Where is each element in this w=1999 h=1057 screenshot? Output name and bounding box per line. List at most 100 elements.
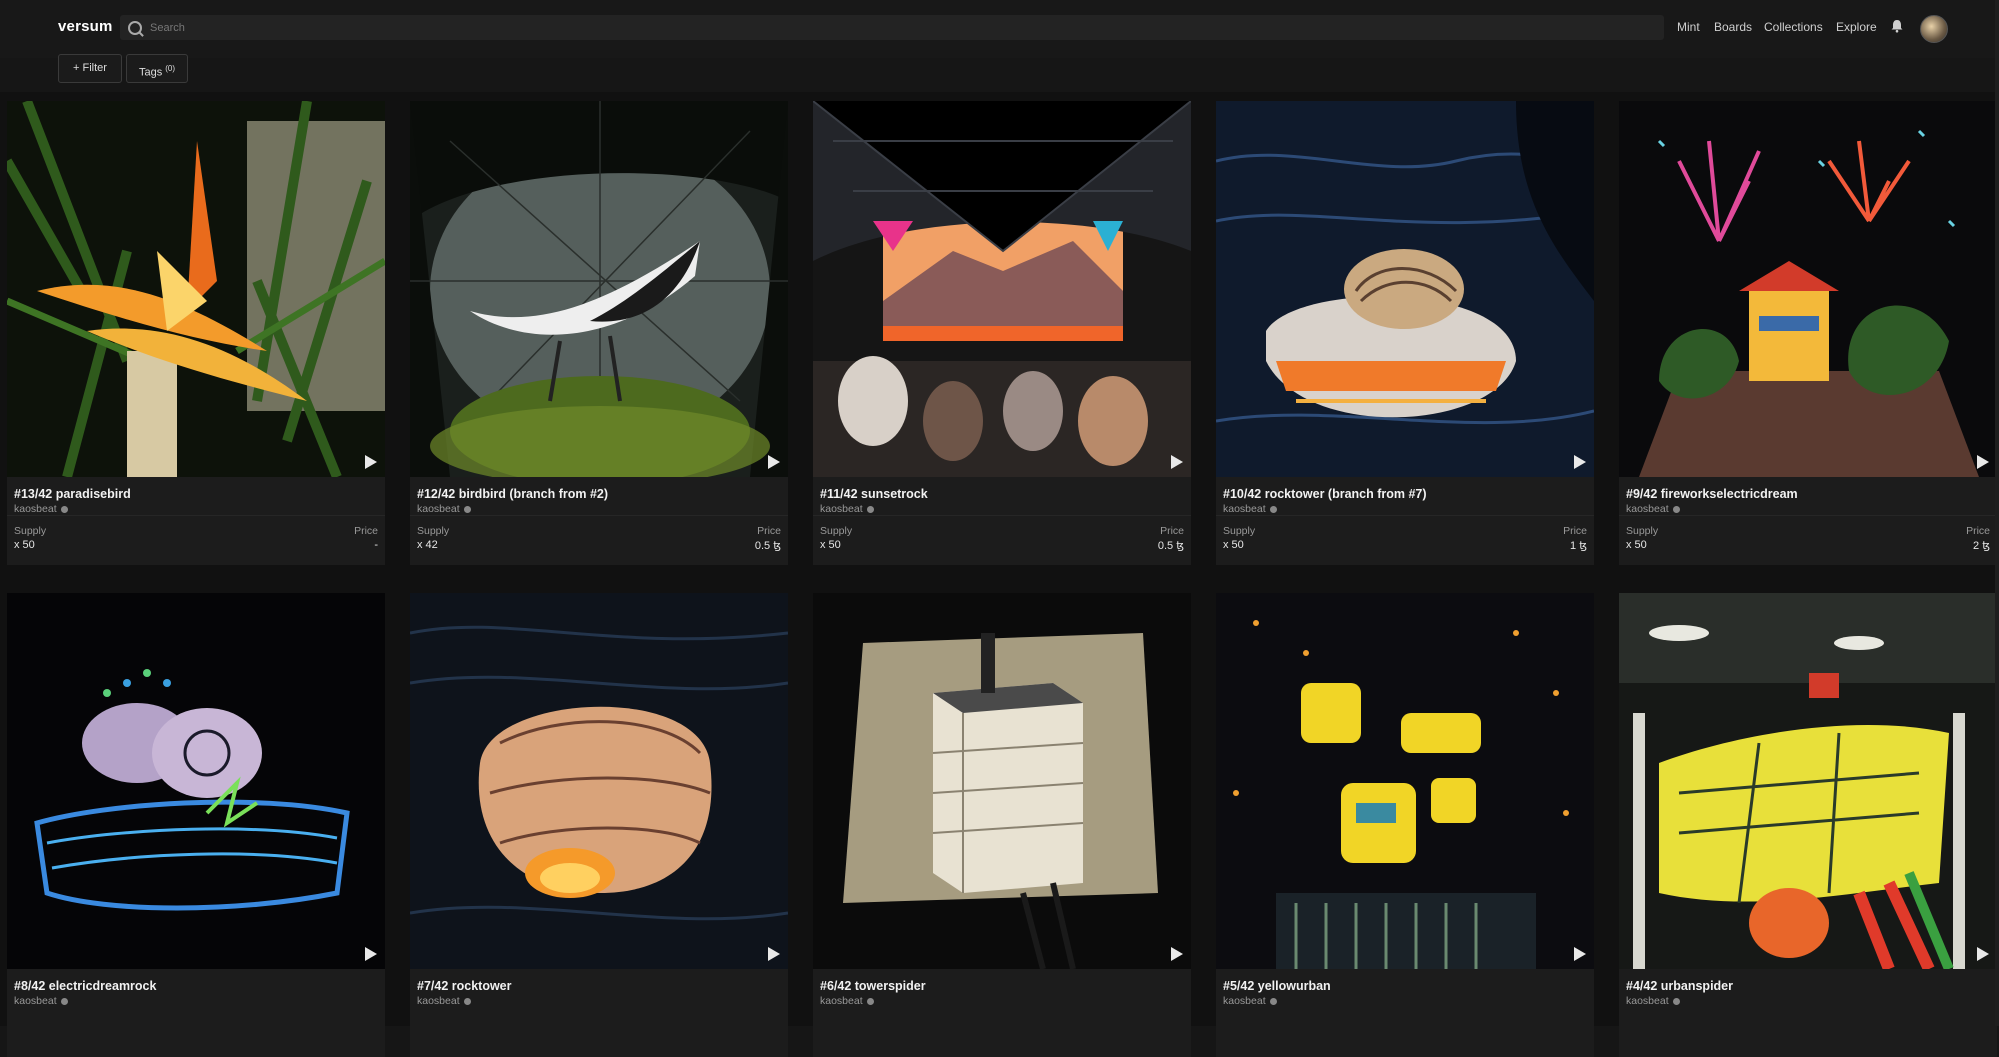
tags-label: Tags [138, 66, 163, 79]
supply-label: Supply [1223, 525, 1256, 537]
search-input[interactable] [148, 17, 1652, 39]
play-icon[interactable] [1171, 947, 1183, 961]
artist-name[interactable]: kaosbeat [417, 995, 460, 1007]
play-icon[interactable] [1171, 455, 1183, 469]
card-artist[interactable]: kaosbeat [1223, 995, 1277, 1007]
artwork-image[interactable] [410, 593, 788, 969]
search-bar[interactable] [120, 15, 1664, 40]
play-icon[interactable] [1977, 455, 1989, 469]
artist-name[interactable]: kaosbeat [820, 503, 863, 515]
artwork-image[interactable] [410, 101, 788, 477]
nft-card[interactable]: #7/42 rocktower kaosbeat [410, 593, 788, 1057]
supply-label: Supply [1626, 525, 1659, 537]
card-title[interactable]: #5/42 yellowurban [1223, 979, 1331, 993]
tags-button[interactable]: Tags (0) [126, 54, 188, 83]
card-artist[interactable]: kaosbeat [14, 503, 68, 515]
card-artist[interactable]: kaosbeat [417, 503, 471, 515]
artist-name[interactable]: kaosbeat [14, 995, 57, 1007]
artwork-image[interactable] [1619, 593, 1997, 969]
nft-card[interactable]: #5/42 yellowurban kaosbeat [1216, 593, 1594, 1057]
artwork-image[interactable] [7, 593, 385, 969]
card-artist[interactable]: kaosbeat [14, 995, 68, 1007]
card-title[interactable]: #11/42 sunsetrock [820, 487, 928, 501]
avatar[interactable] [1920, 15, 1948, 43]
divider [1619, 515, 1997, 516]
scrollbar[interactable] [1995, 0, 1999, 1026]
verified-icon [866, 505, 874, 513]
verified-icon [1269, 997, 1277, 1005]
card-artist[interactable]: kaosbeat [820, 503, 874, 515]
bell-icon[interactable] [1890, 19, 1904, 33]
card-title[interactable]: #6/42 towerspider [820, 979, 926, 993]
play-icon[interactable] [768, 947, 780, 961]
play-icon[interactable] [1977, 947, 1989, 961]
play-icon[interactable] [1574, 455, 1586, 469]
price-label: Price [1966, 525, 1990, 537]
play-icon[interactable] [1574, 947, 1586, 961]
nft-card[interactable]: #4/42 urbanspider kaosbeat [1619, 593, 1997, 1057]
supply-value: x 50 [1626, 539, 1647, 551]
price-value: 0.5 ꜩ [754, 540, 781, 552]
nft-card[interactable]: #13/42 paradisebird kaosbeat Supply Pric… [7, 101, 385, 565]
verified-icon [1269, 505, 1277, 513]
artwork-image[interactable] [813, 593, 1191, 969]
nft-card[interactable]: #9/42 fireworkselectricdream kaosbeat Su… [1619, 101, 1997, 565]
verified-icon [60, 505, 68, 513]
filter-button[interactable]: + Filter [58, 54, 122, 83]
logo[interactable]: versum [58, 18, 113, 35]
play-icon[interactable] [365, 455, 377, 469]
supply-value: x 42 [417, 539, 438, 551]
nft-card[interactable]: #11/42 sunsetrock kaosbeat Supply Price … [813, 101, 1191, 565]
artist-name[interactable]: kaosbeat [1223, 995, 1266, 1007]
nft-card[interactable]: #12/42 birdbird (branch from #2) kaosbea… [410, 101, 788, 565]
top-bar: versum Mint Boards Collections Explore [0, 0, 1999, 58]
supply-value: x 50 [1223, 539, 1244, 551]
card-title[interactable]: #13/42 paradisebird [14, 487, 131, 501]
artwork-image[interactable] [813, 101, 1191, 477]
card-artist[interactable]: kaosbeat [1626, 503, 1680, 515]
supply-value: x 50 [820, 539, 841, 551]
card-artist[interactable]: kaosbeat [1626, 995, 1680, 1007]
nav-boards[interactable]: Boards [1714, 20, 1752, 34]
card-artist[interactable]: kaosbeat [1223, 503, 1277, 515]
verified-icon [1672, 997, 1680, 1005]
price-label: Price [757, 525, 781, 537]
artwork-image[interactable] [1216, 593, 1594, 969]
divider [7, 515, 385, 516]
divider [1216, 515, 1594, 516]
artist-name[interactable]: kaosbeat [417, 503, 460, 515]
artist-name[interactable]: kaosbeat [820, 995, 863, 1007]
nav-collections[interactable]: Collections [1764, 20, 1823, 34]
nft-card[interactable]: #6/42 towerspider kaosbeat [813, 593, 1191, 1057]
verified-icon [463, 997, 471, 1005]
verified-icon [866, 997, 874, 1005]
artist-name[interactable]: kaosbeat [1626, 503, 1669, 515]
price-label: Price [1563, 525, 1587, 537]
nft-card[interactable]: #10/42 rocktower (branch from #7) kaosbe… [1216, 101, 1594, 565]
artwork-image[interactable] [7, 101, 385, 477]
nft-card[interactable]: #8/42 electricdreamrock kaosbeat [7, 593, 385, 1057]
card-title[interactable]: #10/42 rocktower (branch from #7) [1223, 487, 1427, 501]
card-title[interactable]: #9/42 fireworkselectricdream [1626, 487, 1798, 501]
supply-label: Supply [820, 525, 853, 537]
play-icon[interactable] [768, 455, 780, 469]
card-title[interactable]: #12/42 birdbird (branch from #2) [417, 487, 608, 501]
price-label: Price [1160, 525, 1184, 537]
card-artist[interactable]: kaosbeat [820, 995, 874, 1007]
card-title[interactable]: #8/42 electricdreamrock [14, 979, 156, 993]
price-label: Price [354, 525, 378, 537]
artist-name[interactable]: kaosbeat [1223, 503, 1266, 515]
card-title[interactable]: #7/42 rocktower [417, 979, 512, 993]
nav-explore[interactable]: Explore [1836, 20, 1877, 34]
tags-count: (0) [165, 64, 176, 73]
artist-name[interactable]: kaosbeat [14, 503, 57, 515]
artwork-image[interactable] [1216, 101, 1594, 477]
play-icon[interactable] [365, 947, 377, 961]
artwork-image[interactable] [1619, 101, 1997, 477]
price-value: 0.5 ꜩ [1157, 540, 1184, 552]
artist-name[interactable]: kaosbeat [1626, 995, 1669, 1007]
nav-mint[interactable]: Mint [1677, 20, 1700, 34]
price-value: 2 ꜩ [1973, 540, 1990, 552]
card-title[interactable]: #4/42 urbanspider [1626, 979, 1733, 993]
card-artist[interactable]: kaosbeat [417, 995, 471, 1007]
